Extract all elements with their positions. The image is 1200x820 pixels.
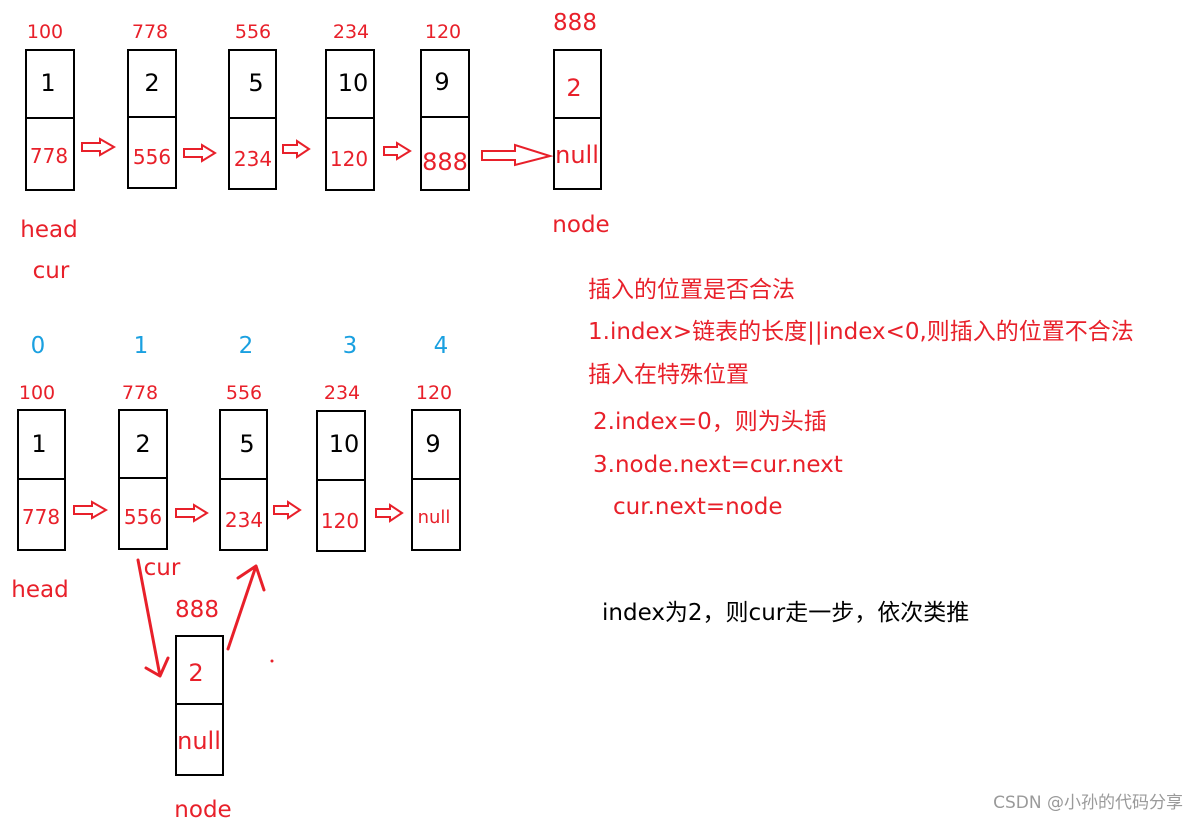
bottom-new-node: 888 2 null node (174, 597, 231, 820)
node-next: 556 (133, 145, 171, 169)
node-next: 234 (234, 147, 272, 171)
note-rule-3a: 3.node.next=cur.next (593, 452, 843, 478)
note-rule-1: 1.index>链表的长度||index<0,则插入的位置不合法 (588, 319, 1134, 345)
index-label: 2 (239, 333, 254, 359)
node-address: 120 (416, 382, 452, 404)
bottom-node-1: 778 2 556 (118, 382, 168, 550)
node-label: node (552, 212, 609, 238)
node-address: 556 (226, 382, 262, 404)
arrow-icon (282, 139, 311, 159)
arrow-icon (183, 143, 217, 163)
node-value: 10 (329, 430, 360, 458)
note-special: 插入在特殊位置 (588, 362, 749, 388)
node-address: 234 (333, 21, 369, 43)
node-value: 5 (239, 430, 254, 458)
node-address: 888 (175, 597, 219, 623)
arrow-icon (273, 500, 302, 520)
top-node-4: 120 9 888 (420, 21, 470, 191)
top-node-3: 234 10 120 (325, 21, 375, 191)
arrow-icon (81, 137, 117, 157)
arrow-up-icon (226, 564, 266, 651)
node-value: 9 (434, 68, 449, 96)
note-rule-3b: cur.next=node (613, 494, 783, 520)
node-next: 556 (124, 505, 162, 529)
linked-list-insert-diagram: 100 1 778 778 2 556 556 5 234 234 10 120… (11, 10, 1183, 820)
node-next: 778 (22, 505, 60, 529)
node-next: 120 (321, 509, 359, 533)
node-address: 234 (324, 382, 360, 404)
head-label: head (11, 577, 68, 603)
top-list: 100 1 778 778 2 556 556 5 234 234 10 120… (20, 10, 609, 284)
bottom-node-4: 120 9 null (411, 382, 461, 551)
node-value: 10 (338, 69, 369, 97)
note-title: 插入的位置是否合法 (588, 277, 795, 303)
node-next: 778 (30, 144, 68, 168)
node-address: 120 (425, 21, 461, 43)
node-next: 120 (330, 147, 368, 171)
node-value: 2 (144, 69, 159, 97)
node-value: 1 (40, 69, 55, 97)
arrow-icon (375, 503, 404, 523)
head-label: head (20, 217, 77, 243)
node-address: 778 (122, 382, 158, 404)
arrow-icon (175, 503, 209, 523)
top-node-2: 556 5 234 (228, 21, 277, 190)
node-address: 888 (553, 10, 597, 36)
node-value: 2 (188, 659, 203, 687)
bottom-node-0: 100 1 778 (17, 382, 66, 551)
node-value: 1 (31, 430, 46, 458)
node-address: 556 (235, 21, 271, 43)
note-example: index为2，则cur走一步，依次类推 (602, 600, 969, 626)
cur-label: cur (144, 555, 181, 581)
node-label: node (174, 797, 231, 820)
node-value: 5 (248, 69, 263, 97)
arrow-icon (481, 143, 554, 167)
bottom-node-2: 556 5 234 (219, 382, 268, 551)
bottom-list: 0 1 2 3 4 100 1 778 778 2 556 556 5 234 … (11, 333, 461, 820)
node-next: null (418, 507, 451, 528)
notes: 插入的位置是否合法 1.index>链表的长度||index<0,则插入的位置不… (588, 277, 1134, 626)
index-label: 3 (343, 333, 358, 359)
node-next: 234 (225, 508, 263, 532)
node-next: 888 (422, 148, 468, 176)
stray-dot (270, 659, 274, 663)
node-address: 100 (27, 21, 63, 43)
node-next: null (555, 141, 599, 169)
node-address: 100 (19, 382, 55, 404)
index-label: 0 (31, 333, 46, 359)
index-label: 4 (434, 333, 449, 359)
node-next: null (177, 727, 221, 755)
node-value: 2 (135, 430, 150, 458)
arrow-icon (383, 141, 412, 161)
cur-label: cur (33, 258, 70, 284)
node-address: 778 (132, 21, 168, 43)
watermark: CSDN @小孙的代码分享 (993, 793, 1183, 813)
top-node-0: 100 1 778 (25, 21, 75, 191)
index-label: 1 (134, 333, 149, 359)
top-node-1: 778 2 556 (127, 21, 177, 189)
top-new-node: 888 2 null node (552, 10, 609, 238)
note-rule-2: 2.index=0，则为头插 (593, 409, 827, 435)
node-value: 9 (425, 430, 440, 458)
arrow-icon (73, 500, 109, 520)
node-value: 2 (566, 74, 581, 102)
bottom-node-3: 234 10 120 (316, 382, 366, 552)
